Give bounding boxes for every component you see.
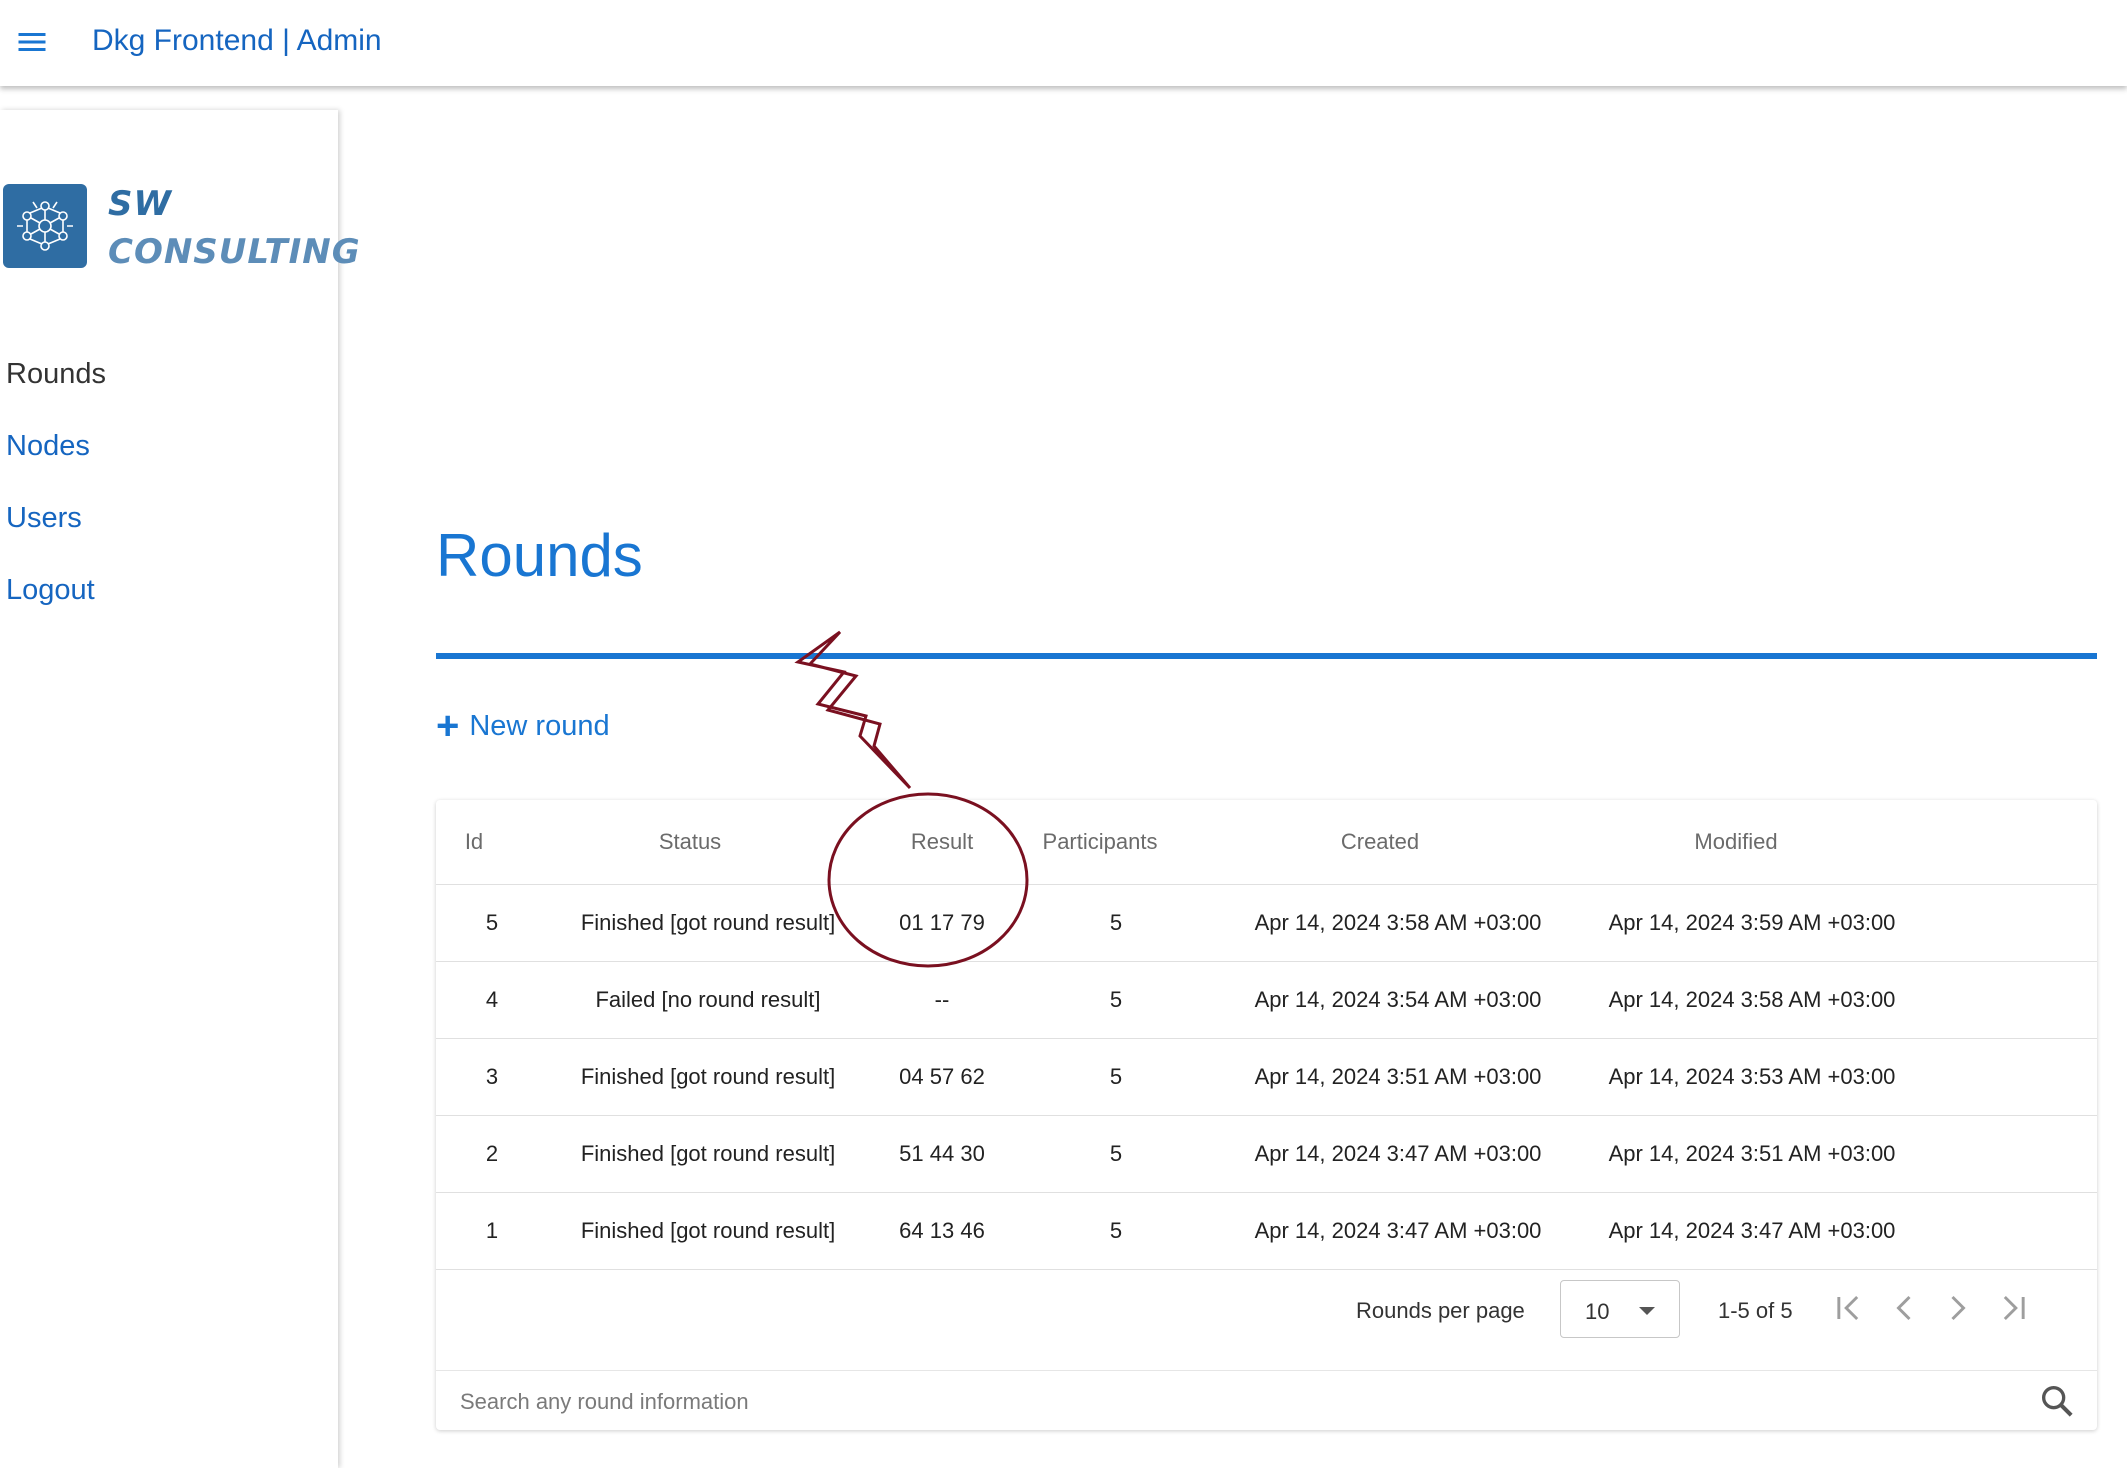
page-range: 1-5 of 5 <box>1718 1298 1793 1323</box>
logo-text: SW CONSULTING <box>108 180 361 276</box>
next-page-icon[interactable] <box>1936 1286 1980 1330</box>
cell-status: Finished [got round result] <box>580 909 836 935</box>
rows-per-page-label: Rounds per page <box>1356 1298 1525 1323</box>
cell-modified: Apr 14, 2024 3:47 AM +03:00 <box>1608 1217 1896 1243</box>
rows-per-page-select[interactable]: 10 <box>1560 1280 1680 1338</box>
header-created[interactable]: Created <box>1341 829 1419 855</box>
table-row[interactable]: 4 Failed [no round result] -- 5 Apr 14, … <box>436 961 2097 1039</box>
cell-modified: Apr 14, 2024 3:58 AM +03:00 <box>1608 986 1896 1012</box>
cell-participants: 5 <box>1109 1063 1123 1089</box>
new-round-button[interactable]: + New round <box>436 706 610 746</box>
cell-id: 5 <box>485 909 499 935</box>
pagination: Rounds per page 10 1-5 of 5 <box>436 1266 2097 1360</box>
cell-result: 01 17 79 <box>899 909 985 935</box>
caret-down-icon <box>1639 1307 1655 1315</box>
app-bar: Dkg Frontend | Admin <box>0 0 2127 86</box>
title-divider <box>436 653 2097 659</box>
cell-status: Failed [no round result] <box>595 986 821 1012</box>
sidebar-item-logout[interactable]: Logout <box>6 554 106 626</box>
cell-participants: 5 <box>1109 909 1123 935</box>
cell-created: Apr 14, 2024 3:58 AM +03:00 <box>1254 909 1542 935</box>
cell-modified: Apr 14, 2024 3:53 AM +03:00 <box>1608 1063 1896 1089</box>
header-participants[interactable]: Participants <box>1043 829 1158 855</box>
cell-participants: 5 <box>1109 1140 1123 1166</box>
cell-result: -- <box>934 986 950 1012</box>
sidebar-nav: Rounds Nodes Users Logout <box>6 338 106 626</box>
cell-modified: Apr 14, 2024 3:59 AM +03:00 <box>1608 909 1896 935</box>
cell-created: Apr 14, 2024 3:47 AM +03:00 <box>1254 1217 1542 1243</box>
header-modified[interactable]: Modified <box>1694 829 1777 855</box>
header-status[interactable]: Status <box>659 829 721 855</box>
sidebar: SW CONSULTING Rounds Nodes Users Logout <box>0 110 360 1468</box>
cell-participants: 5 <box>1109 1217 1123 1243</box>
cell-result: 04 57 62 <box>899 1063 985 1089</box>
sidebar-item-users[interactable]: Users <box>6 482 106 554</box>
cell-id: 3 <box>485 1063 499 1089</box>
table-row[interactable]: 1 Finished [got round result] 64 13 46 5… <box>436 1192 2097 1270</box>
table-row[interactable]: 3 Finished [got round result] 04 57 62 5… <box>436 1038 2097 1116</box>
cell-id: 4 <box>485 986 499 1012</box>
menu-icon[interactable] <box>14 24 54 60</box>
search-bar <box>436 1370 2097 1431</box>
logo-line-1: SW <box>108 184 172 224</box>
logo-icon <box>3 184 87 268</box>
cell-id: 1 <box>485 1217 499 1243</box>
cell-modified: Apr 14, 2024 3:51 AM +03:00 <box>1608 1140 1896 1166</box>
first-page-icon[interactable] <box>1826 1286 1870 1330</box>
cell-id: 2 <box>485 1140 499 1166</box>
page-title: Rounds <box>436 522 643 589</box>
header-id[interactable]: Id <box>465 829 483 855</box>
table-row[interactable]: 2 Finished [got round result] 51 44 30 5… <box>436 1115 2097 1193</box>
table-row[interactable]: 5 Finished [got round result] 01 17 79 5… <box>436 884 2097 962</box>
rounds-table: Id Status Result Participants Created Mo… <box>436 800 2097 1430</box>
cell-created: Apr 14, 2024 3:51 AM +03:00 <box>1254 1063 1542 1089</box>
sidebar-item-nodes[interactable]: Nodes <box>6 410 106 482</box>
cell-result: 51 44 30 <box>899 1140 985 1166</box>
app-title: Dkg Frontend | Admin <box>92 24 382 57</box>
rows-per-page-value: 10 <box>1585 1299 1610 1324</box>
search-input[interactable] <box>458 1381 2002 1423</box>
sidebar-item-rounds[interactable]: Rounds <box>6 338 106 410</box>
search-icon[interactable] <box>2037 1381 2077 1421</box>
new-round-label: New round <box>469 709 610 742</box>
cell-status: Finished [got round result] <box>580 1063 836 1089</box>
cell-participants: 5 <box>1109 986 1123 1012</box>
cell-status: Finished [got round result] <box>580 1140 836 1166</box>
cell-result: 64 13 46 <box>899 1217 985 1243</box>
previous-page-icon[interactable] <box>1882 1286 1926 1330</box>
plus-icon: + <box>436 704 460 748</box>
table-header: Id Status Result Participants Created Mo… <box>436 800 2097 885</box>
cell-created: Apr 14, 2024 3:47 AM +03:00 <box>1254 1140 1542 1166</box>
cell-status: Finished [got round result] <box>580 1217 836 1243</box>
header-result[interactable]: Result <box>911 829 973 855</box>
last-page-icon[interactable] <box>1992 1286 2036 1330</box>
cell-created: Apr 14, 2024 3:54 AM +03:00 <box>1254 986 1542 1012</box>
logo-line-2: CONSULTING <box>108 232 361 272</box>
